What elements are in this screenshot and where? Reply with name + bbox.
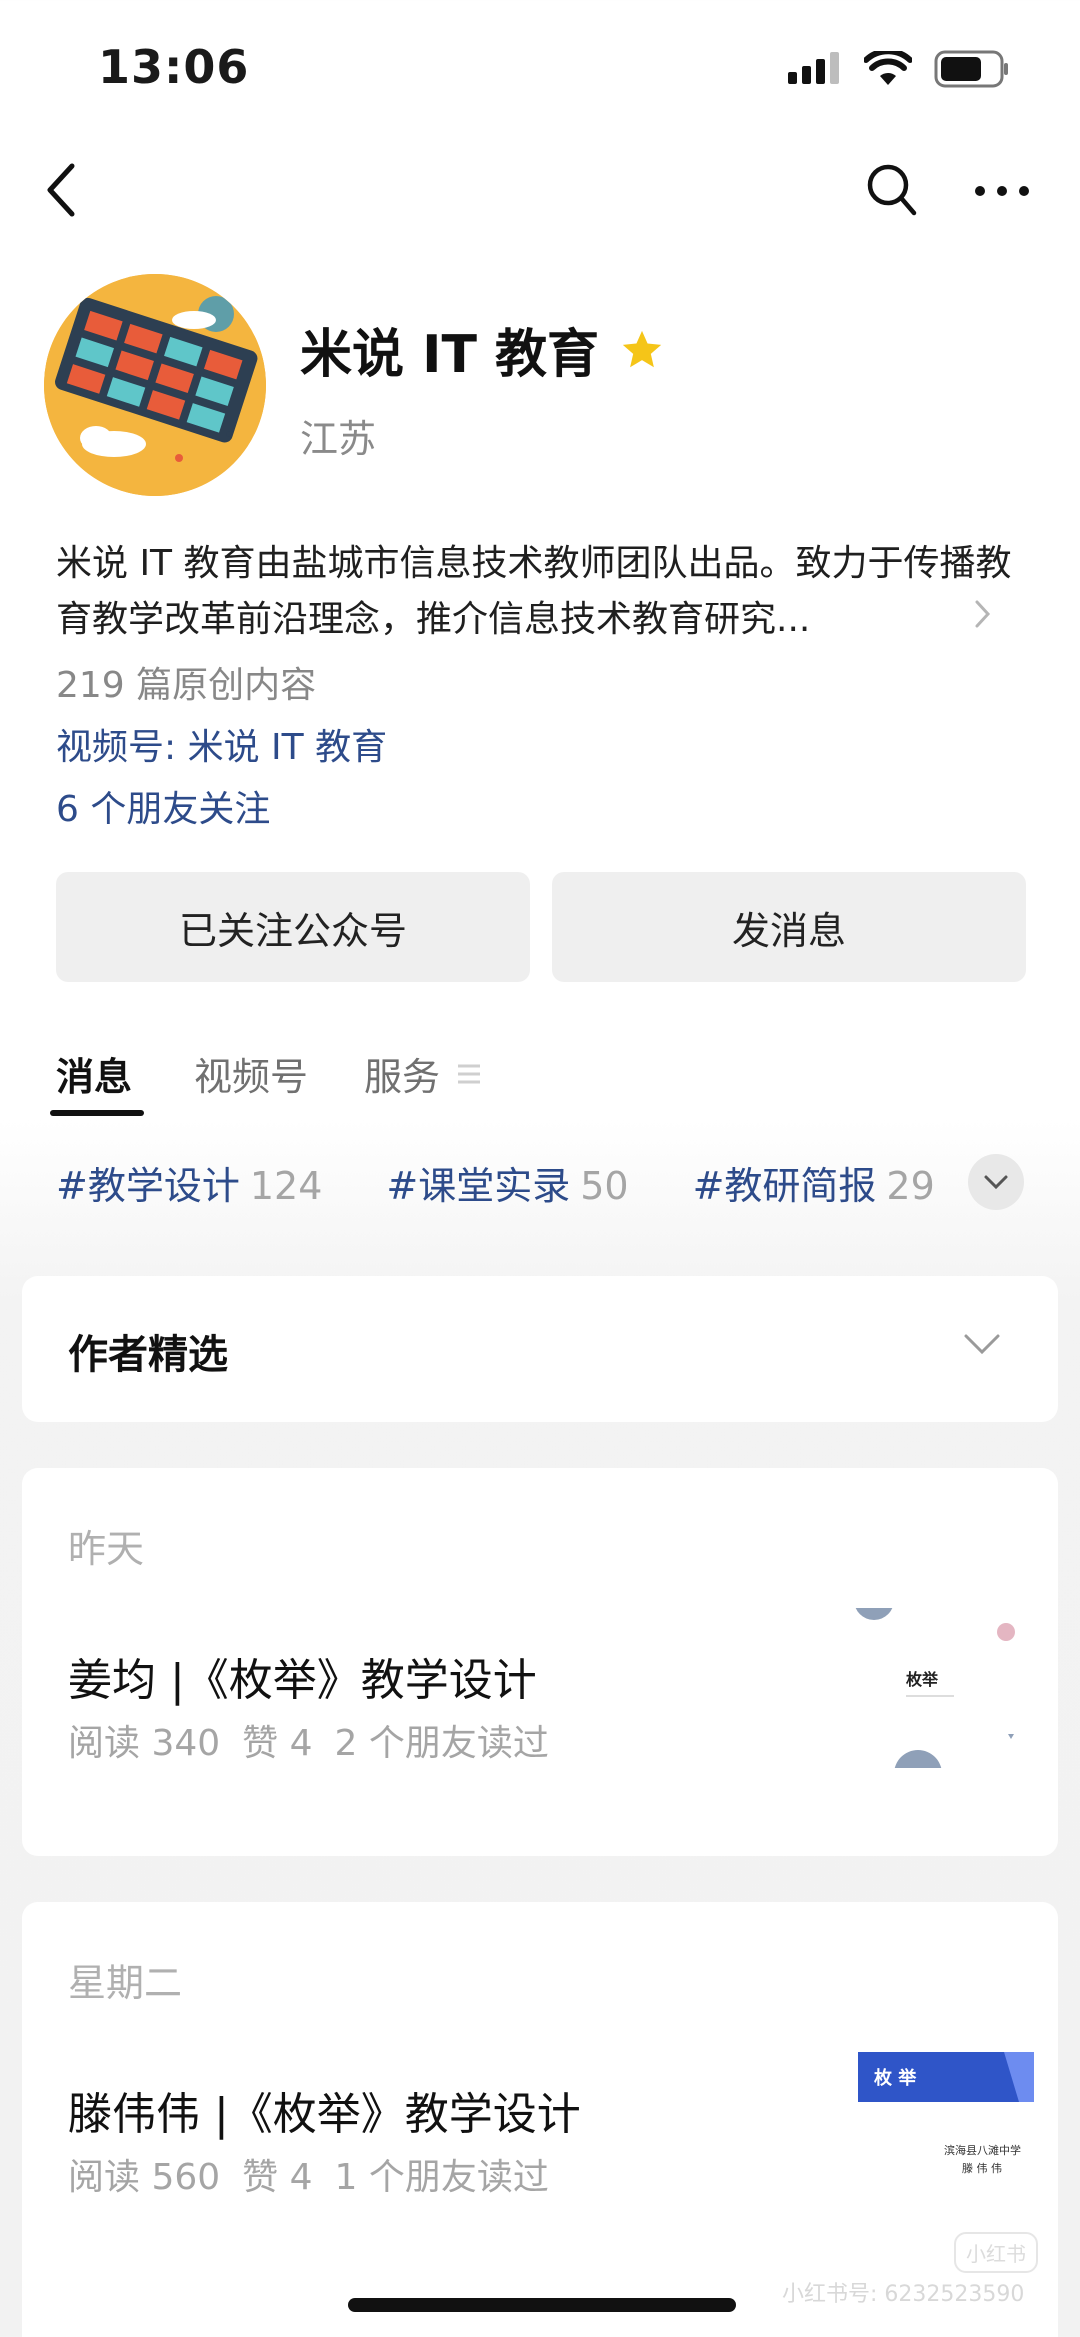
- account-bio[interactable]: 米说 IT 教育由盐城市信息技术教师团队出品。致力于传播教育教学改革前沿理念，推…: [56, 536, 1016, 648]
- account-region: 江苏: [300, 417, 377, 461]
- tab-services-label: 服务: [364, 1055, 441, 1099]
- article-title[interactable]: 滕伟伟 |《枚举》教学设计: [68, 2078, 581, 2142]
- original-content-count[interactable]: 219 篇原创内容: [56, 656, 316, 708]
- avatar[interactable]: [44, 274, 266, 496]
- topic-tag-label: #教学设计: [56, 1164, 240, 1208]
- followed-account-button[interactable]: 已关注公众号: [56, 872, 530, 982]
- article-date: 星期二: [68, 1961, 183, 2005]
- menu-icon: [458, 1064, 481, 1083]
- article-date: 昨天: [68, 1527, 145, 1571]
- article-card[interactable]: 昨天 姜均 |《枚举》教学设计 阅读 340 赞 4 2 个朋友读过 枚举: [22, 1468, 1058, 1856]
- topic-tags: #教学设计 124 #课堂实录 50 #教研简报 29: [56, 1155, 999, 1210]
- article-meta: 阅读 340 赞 4 2 个朋友读过: [68, 1714, 549, 1766]
- topic-tag-count: 124: [249, 1164, 323, 1208]
- topic-tag-label: #教研简报: [692, 1164, 877, 1208]
- topic-tag[interactable]: #教学设计 124: [56, 1155, 322, 1210]
- topic-tag[interactable]: #课堂实录 50: [386, 1155, 628, 1210]
- thumbnail-title: 枚举: [906, 1670, 939, 1689]
- article-thumbnail-image: [855, 1608, 1015, 1768]
- author-selection-title: 作者精选: [68, 1332, 228, 1378]
- friends-following-link[interactable]: 6 个朋友关注: [56, 780, 270, 832]
- status-time: 13:06: [98, 40, 250, 94]
- status-icons: [786, 50, 1010, 88]
- article-meta: 阅读 560 赞 4 1 个朋友读过: [68, 2148, 549, 2200]
- article-thumbnail[interactable]: 枚 举 滨海县八滩中学 滕 伟 伟: [844, 2052, 1034, 2222]
- like-count: 赞 4: [242, 1723, 313, 1764]
- thumbnail-school: 滨海县八滩中学: [944, 2144, 1021, 2157]
- read-count: 阅读 560: [68, 2157, 221, 2198]
- home-indicator[interactable]: [348, 2298, 736, 2312]
- thumbnail-title: 枚 举: [874, 2068, 917, 2089]
- chevron-down-icon: [984, 1175, 1008, 1190]
- tab-services[interactable]: 服务: [364, 1046, 482, 1101]
- like-count: 赞 4: [242, 2157, 313, 2198]
- watermark-text: 小红书号: 6232523590: [782, 2282, 1025, 2307]
- topic-tag-count: 29: [886, 1164, 935, 1208]
- friends-read: 2 个朋友读过: [334, 1723, 549, 1764]
- video-account-link[interactable]: 视频号: 米说 IT 教育: [56, 718, 387, 770]
- back-icon[interactable]: [40, 160, 80, 220]
- chevron-right-icon[interactable]: [972, 596, 994, 632]
- article-thumbnail-image: [858, 2052, 1034, 2102]
- wifi-icon: [864, 51, 912, 85]
- more-options-icon[interactable]: [972, 176, 1032, 206]
- read-count: 阅读 340: [68, 1723, 221, 1764]
- tab-active-indicator: [50, 1110, 144, 1116]
- topic-tag[interactable]: #教研简报 29: [693, 1155, 935, 1210]
- battery-icon: [934, 50, 1008, 88]
- watermark-logo: 小红书: [954, 2232, 1038, 2273]
- avatar-logo-image: [44, 274, 266, 496]
- send-message-button[interactable]: 发消息: [552, 872, 1026, 982]
- star-icon[interactable]: [619, 327, 665, 373]
- thumbnail-author: 滕 伟 伟: [962, 2162, 1002, 2175]
- article-thumbnail[interactable]: 枚举: [844, 1608, 1034, 1768]
- tab-video-account[interactable]: 视频号: [194, 1046, 308, 1101]
- account-name: 米说 IT 教育: [300, 312, 665, 387]
- search-icon[interactable]: [866, 163, 918, 219]
- article-title[interactable]: 姜均 |《枚举》教学设计: [68, 1644, 537, 1708]
- expand-tags-button[interactable]: [968, 1154, 1024, 1210]
- chevron-down-icon: [964, 1334, 1000, 1355]
- cellular-signal-icon: [788, 52, 839, 84]
- tab-messages[interactable]: 消息: [56, 1046, 132, 1101]
- account-name-text: 米说 IT 教育: [300, 325, 600, 385]
- friends-read: 1 个朋友读过: [334, 2157, 549, 2198]
- article-card[interactable]: 星期二 滕伟伟 |《枚举》教学设计 阅读 560 赞 4 1 个朋友读过 枚 举…: [22, 1902, 1058, 2337]
- topic-tag-count: 50: [580, 1164, 629, 1208]
- topic-tag-label: #课堂实录: [386, 1164, 571, 1208]
- author-selection-card[interactable]: 作者精选: [22, 1276, 1058, 1422]
